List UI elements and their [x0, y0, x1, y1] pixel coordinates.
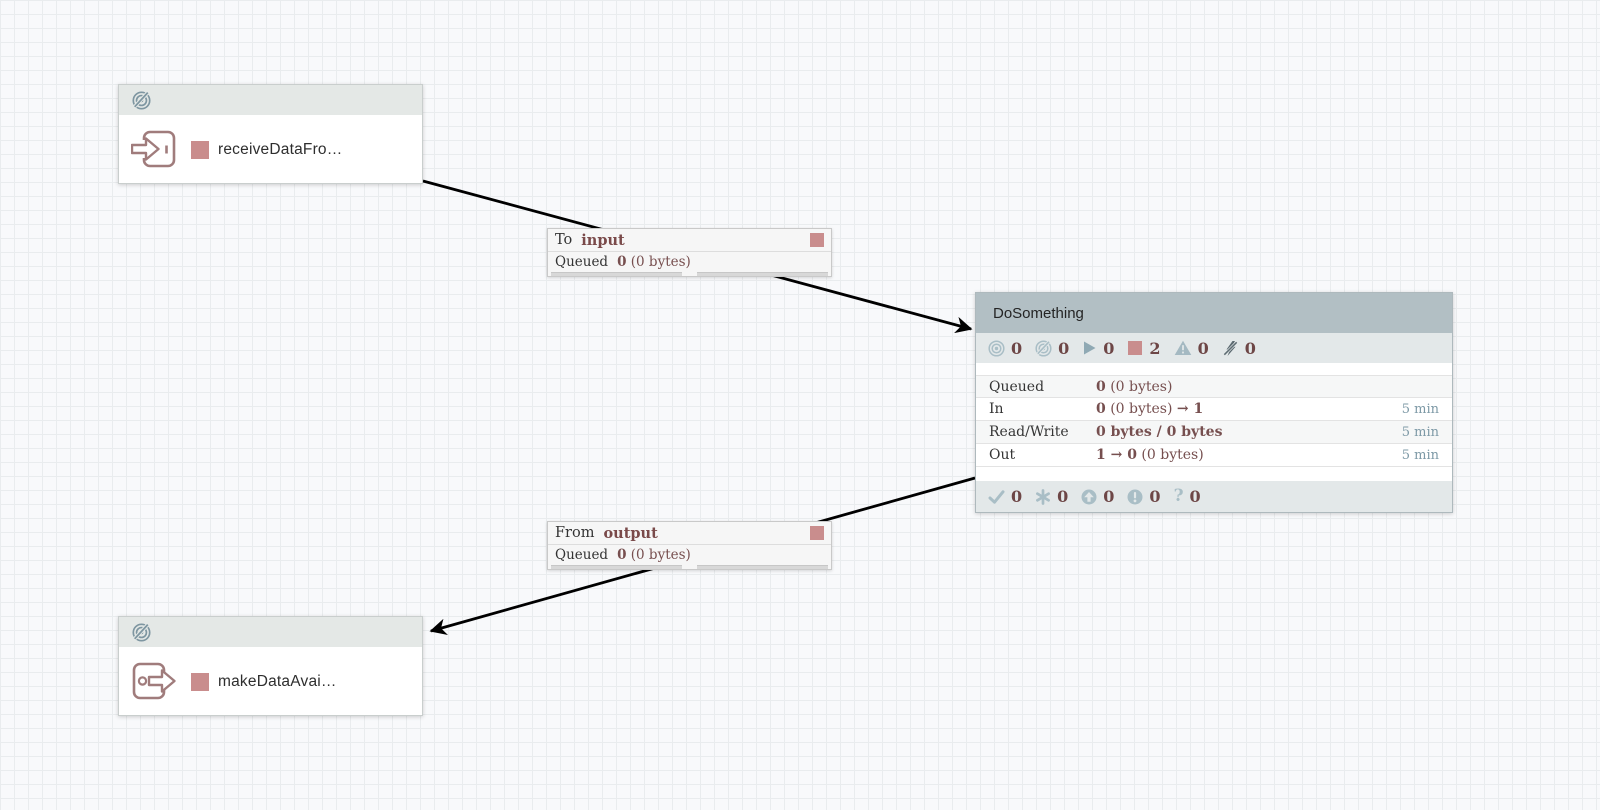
sync-failure-count: 0 [1190, 487, 1201, 506]
stopped-stat: 2 [1127, 339, 1160, 358]
transmitting-icon [988, 340, 1005, 357]
connection-label-from-output[interactable]: From output Queued 0 (0 bytes) [547, 521, 832, 570]
running-count: 0 [1103, 339, 1114, 358]
connection-label-header: From output [548, 522, 831, 545]
process-group-header: DoSomething [976, 293, 1452, 333]
disabled-icon [1222, 340, 1239, 357]
disabled-count: 0 [1245, 339, 1256, 358]
queued-label: Queued [555, 547, 608, 563]
input-port-component[interactable]: receiveDataFro… [118, 84, 423, 184]
transmitting-count: 0 [1011, 339, 1022, 358]
locally-modified-stale-stat: 0 [1127, 487, 1160, 506]
locally-modified-stale-icon [1127, 489, 1143, 505]
stat-value: 0 (0 bytes) → 1 [1096, 401, 1203, 417]
stat-timing: 5 min [1402, 448, 1439, 463]
stat-value: 1 → 0 (0 bytes) [1096, 447, 1204, 463]
size-backpressure-bar [697, 272, 828, 276]
nifi-flow-canvas[interactable]: receiveDataFro… To input Queued 0 (0 byt… [0, 0, 1600, 810]
connection-queued-row: Queued 0 (0 bytes) [548, 252, 831, 271]
transmission-inactive-icon [131, 90, 152, 111]
sync-failure-stat: ? 0 [1174, 487, 1201, 506]
running-icon [1082, 340, 1097, 356]
stat-label: In [989, 401, 1096, 417]
invalid-icon [1174, 340, 1192, 356]
input-port-body: receiveDataFro… [119, 115, 422, 184]
input-port-icon [131, 129, 177, 171]
invalid-stat: 0 [1174, 339, 1209, 358]
locally-modified-stat: 0 [1035, 487, 1068, 506]
queued-value: 0 (0 bytes) [617, 547, 691, 563]
up-to-date-count: 0 [1011, 487, 1022, 506]
stat-label: Read/Write [989, 424, 1096, 440]
stat-row-queued: Queued 0 (0 bytes) [976, 375, 1452, 398]
stopped-status-icon [191, 141, 209, 159]
process-group-version-row: 0 0 0 [976, 481, 1452, 512]
connection-label-header: To input [548, 229, 831, 252]
backpressure-bars [548, 272, 831, 276]
connection-status-square-icon [810, 526, 824, 540]
output-port-icon [131, 661, 177, 703]
object-backpressure-bar [551, 272, 682, 276]
not-transmitting-count: 0 [1058, 339, 1069, 358]
connection-status-square-icon [810, 233, 824, 247]
queued-label: Queued [555, 254, 608, 270]
invalid-count: 0 [1198, 339, 1209, 358]
connection-port-name: output [603, 525, 657, 542]
connection-label-to-input[interactable]: To input Queued 0 (0 bytes) [547, 228, 832, 277]
running-stat: 0 [1082, 339, 1114, 358]
stat-value: 0 bytes / 0 bytes [1096, 424, 1222, 440]
stat-timing: 5 min [1402, 425, 1439, 440]
backpressure-bars [548, 565, 831, 569]
size-backpressure-bar [697, 565, 828, 569]
stat-label: Queued [989, 379, 1096, 395]
connection-queued-row: Queued 0 (0 bytes) [548, 545, 831, 564]
stale-stat: 0 [1081, 487, 1114, 506]
queued-value: 0 (0 bytes) [617, 254, 691, 270]
locally-modified-stale-count: 0 [1149, 487, 1160, 506]
not-transmitting-icon [1035, 340, 1052, 357]
up-to-date-icon [988, 489, 1005, 505]
stopped-status-icon [191, 673, 209, 691]
output-port-header [119, 617, 422, 647]
not-transmitting-stat: 0 [1035, 339, 1069, 358]
process-group-status-row: 0 0 0 [976, 333, 1452, 363]
stale-icon [1081, 489, 1097, 505]
disabled-stat: 0 [1222, 339, 1256, 358]
up-to-date-stat: 0 [988, 487, 1022, 506]
stat-row-in: In 0 (0 bytes) → 1 5 min [976, 398, 1452, 421]
stat-row-readwrite: Read/Write 0 bytes / 0 bytes 5 min [976, 421, 1452, 444]
connection-port-name: input [581, 232, 624, 249]
stat-label: Out [989, 447, 1096, 463]
output-port-component[interactable]: makeDataAvai… [118, 616, 423, 716]
sync-failure-icon: ? [1174, 488, 1184, 505]
stopped-icon [1127, 340, 1143, 356]
output-port-body: makeDataAvai… [119, 647, 422, 716]
process-group-stats: Queued 0 (0 bytes) In 0 (0 bytes) → 1 5 … [976, 375, 1452, 467]
stat-timing: 5 min [1402, 402, 1439, 417]
transmitting-stat: 0 [988, 339, 1022, 358]
connection-direction: From [555, 525, 594, 541]
connection-direction: To [555, 232, 572, 248]
locally-modified-count: 0 [1057, 487, 1068, 506]
object-backpressure-bar [551, 565, 682, 569]
input-port-header [119, 85, 422, 115]
stale-count: 0 [1103, 487, 1114, 506]
process-group-title: DoSomething [993, 305, 1084, 322]
locally-modified-icon [1035, 489, 1051, 505]
transmission-inactive-icon [131, 622, 152, 643]
stat-value: 0 (0 bytes) [1096, 379, 1172, 395]
stopped-count: 2 [1149, 339, 1160, 358]
process-group-dosomething[interactable]: DoSomething 0 [975, 292, 1453, 513]
output-port-name: makeDataAvai… [218, 673, 337, 691]
input-port-name: receiveDataFro… [218, 141, 342, 159]
stat-row-out: Out 1 → 0 (0 bytes) 5 min [976, 444, 1452, 467]
